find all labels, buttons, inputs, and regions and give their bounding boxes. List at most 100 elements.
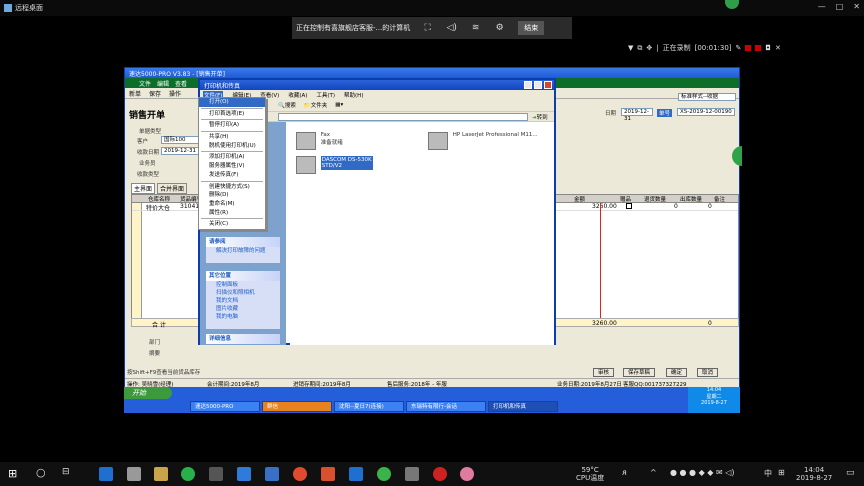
my-documents-link[interactable]: 我的文档 [206, 297, 280, 305]
menu-item-rename[interactable]: 重命名(M) [199, 200, 265, 209]
minimize-icon[interactable]: — [818, 2, 826, 11]
host-clock[interactable]: 14:04 2019-8-27 [796, 466, 832, 482]
close-record-icon[interactable]: ✕ [775, 44, 781, 52]
app-menu-item[interactable]: 查看 [175, 79, 187, 88]
search-button[interactable]: 🔍搜索 [278, 101, 296, 109]
views-icon[interactable]: ▦▾ [335, 102, 343, 108]
menu-item-close[interactable]: 关闭(C) [199, 220, 265, 229]
address-input[interactable] [278, 113, 528, 121]
menu-item-offline[interactable]: 脱机使用打印机(U) [199, 142, 265, 151]
cell-out-qty[interactable]: 0 [708, 203, 712, 210]
cancel-button[interactable]: 取消 [697, 368, 719, 377]
menu-tools[interactable]: 工具(T) [316, 91, 335, 99]
app-menu-item[interactable]: 编辑 [157, 79, 169, 88]
scanners-link[interactable]: 扫描仪和照相机 [206, 289, 280, 297]
maximize-icon[interactable] [534, 81, 542, 89]
app-green-icon[interactable] [181, 467, 195, 481]
screenshot-icon[interactable]: ⛶ [421, 23, 434, 33]
my-pictures-link[interactable]: 图片收藏 [206, 305, 280, 313]
cloud-icon[interactable] [405, 467, 419, 481]
wechat-icon[interactable] [377, 467, 391, 481]
task-printers[interactable]: 打印机和传真 [488, 401, 558, 412]
menu-item-shortcut[interactable]: 创建快捷方式(S) [199, 183, 265, 192]
start-button[interactable]: 开始 [124, 387, 172, 399]
task-view-icon[interactable]: ⊟ [62, 467, 70, 477]
menu-item-share[interactable]: 共享(H) [199, 133, 265, 142]
office-icon[interactable] [321, 467, 335, 481]
cell-warehouse[interactable]: 特价大仓 [146, 203, 170, 212]
save-button[interactable]: 保存 [149, 89, 161, 98]
customer-field[interactable]: 国际100 [161, 136, 199, 144]
printer-item[interactable]: HP LaserJet Professional M11... [428, 132, 538, 150]
task-sales-app[interactable]: 速达5000-PRO [190, 401, 260, 412]
close-icon[interactable]: ✕ [853, 2, 860, 11]
audit-button[interactable]: 审核 [593, 368, 615, 377]
app-blue-icon[interactable] [237, 467, 251, 481]
menu-favorites[interactable]: 收藏(A) [288, 91, 307, 99]
people-icon[interactable]: ᴙ [622, 468, 627, 477]
save-draft-button[interactable]: 保存草稿 [623, 368, 656, 377]
menu-help[interactable]: 帮助(H) [344, 91, 363, 99]
my-computer-link[interactable]: 我的电脑 [206, 313, 280, 321]
end-session-button[interactable]: 结束 [518, 21, 545, 35]
printer-item-selected[interactable]: DASCOM DS-530K STD/V2 [296, 156, 373, 174]
cell-item-no[interactable]: 31041 [180, 203, 199, 210]
pen-icon[interactable]: ✎ [736, 44, 742, 52]
app-menu-item[interactable]: 文件 [139, 79, 151, 88]
details-title[interactable]: 详细信息 [206, 334, 280, 344]
print-template-select[interactable]: 标准样式--收据 [678, 93, 736, 101]
task-chat[interactable]: 群信 [262, 401, 332, 412]
dropdown-icon[interactable]: ▼ [628, 44, 633, 52]
recorder-icon[interactable] [433, 467, 447, 481]
tab-main[interactable]: 主界面 [131, 183, 156, 194]
settings-icon[interactable]: ⚙ [493, 23, 506, 33]
task-session[interactable]: 东瑞特有限行-会话 [406, 401, 486, 412]
doc-date-field[interactable]: 2019-12-31 [621, 108, 653, 122]
cell-amount[interactable]: 3260.00 [592, 203, 617, 210]
volume-icon[interactable]: ◁) [445, 23, 458, 33]
network-icon[interactable]: ≋ [469, 23, 482, 33]
ime-indicator[interactable]: 中 [764, 468, 772, 479]
menu-item-delete[interactable]: 删除(D) [199, 191, 265, 200]
copy-icon[interactable]: ⧉ [637, 44, 642, 53]
control-panel-link[interactable]: 控制面板 [206, 281, 280, 289]
new-doc-button[interactable]: 新单 [129, 89, 141, 98]
store-icon[interactable] [127, 467, 141, 481]
tray-icons[interactable]: ● ● ● ◆ ◆ ✉ ◁) [670, 468, 734, 477]
record-icon[interactable] [755, 45, 762, 51]
windows-start-icon[interactable]: ⊞ [8, 467, 17, 480]
close-icon[interactable] [544, 81, 552, 89]
app-pink-icon[interactable] [460, 467, 474, 481]
minimize-icon[interactable] [524, 81, 532, 89]
search-icon[interactable]: ○ [36, 466, 46, 479]
printer-item[interactable]: Fax 准备就绪 [296, 132, 343, 150]
tray-chevron-icon[interactable]: ^ [650, 468, 657, 477]
notification-icon[interactable]: ▭ [846, 468, 855, 478]
go-button[interactable]: ➔转到 [532, 113, 548, 121]
menu-item-open[interactable]: 打开(O) [199, 98, 265, 107]
menu-item-add-printer[interactable]: 添加打印机(A) [199, 153, 265, 162]
gift-checkbox[interactable] [626, 203, 632, 209]
ie-icon[interactable] [349, 467, 363, 481]
operate-button[interactable]: 操作 [169, 89, 181, 98]
pin-icon[interactable]: ✥ [646, 44, 652, 52]
menu-item-preferences[interactable]: 打印首选项(E) [199, 110, 265, 119]
menu-item-send-fax[interactable]: 发送传真(F) [199, 171, 265, 180]
troubleshoot-link[interactable]: 解决打印故障的问题 [206, 247, 280, 255]
stop-record-icon[interactable] [745, 45, 752, 51]
camera-icon[interactable]: ◘ [765, 44, 771, 52]
task-remote[interactable]: 沈阳--夏日7(连接) [334, 401, 404, 412]
folders-button[interactable]: 📁文件夹 [304, 101, 327, 109]
chrome-icon[interactable] [293, 467, 307, 481]
app-gray-icon[interactable] [209, 467, 223, 481]
menu-item-properties[interactable]: 属性(R) [199, 209, 265, 218]
cell-return-qty[interactable]: 0 [674, 203, 678, 210]
edge-icon[interactable] [99, 467, 113, 481]
explorer-icon[interactable] [154, 467, 168, 481]
maximize-icon[interactable]: □ [836, 2, 844, 11]
ime-mode-icon[interactable]: ⊞ [778, 468, 785, 477]
download-icon[interactable] [265, 467, 279, 481]
confirm-button[interactable]: 确定 [666, 368, 688, 377]
tab-merge[interactable]: 合并界面 [157, 183, 188, 194]
menu-item-pause[interactable]: 暂停打印(A) [199, 121, 265, 130]
